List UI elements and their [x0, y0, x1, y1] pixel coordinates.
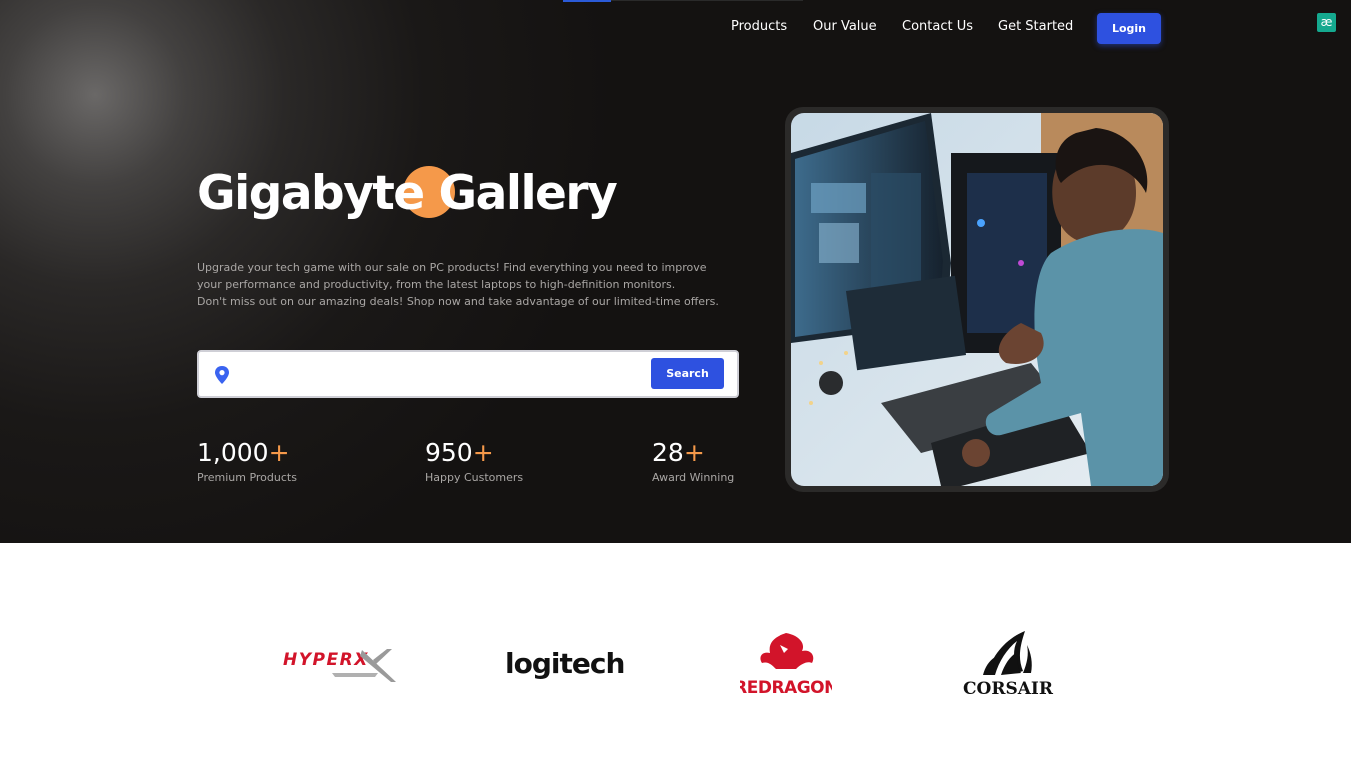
- login-button[interactable]: Login: [1097, 13, 1161, 44]
- stat-number: 950: [425, 438, 473, 467]
- location-pin-icon: [215, 366, 229, 384]
- hero-title-block: Gigabyte Gallery: [197, 166, 637, 236]
- search-input[interactable]: [243, 360, 643, 390]
- hyperx-logo: HYPERX: [283, 649, 396, 682]
- stat-plus: +: [472, 438, 494, 467]
- nav-contact-us[interactable]: Contact Us: [902, 19, 973, 34]
- stat-number: 1,000: [197, 438, 269, 467]
- stat-value: 1,000+: [197, 438, 297, 467]
- ae-extension-icon[interactable]: æ: [1317, 13, 1336, 32]
- redragon-logo: REDRAGON: [740, 633, 832, 698]
- hero-description: Upgrade your tech game with our sale on …: [197, 259, 757, 310]
- brand-name: logitech: [505, 647, 624, 680]
- stat-label: Premium Products: [197, 471, 297, 484]
- stat-plus: +: [683, 438, 705, 467]
- hero-section: Products Our Value Contact Us Get Starte…: [0, 0, 1351, 543]
- corsair-logo: CORSAIR: [963, 631, 1054, 699]
- hero-image-frame: [785, 107, 1169, 492]
- brand-name: HYPERX: [283, 650, 369, 670]
- brand-name: CORSAIR: [963, 679, 1054, 699]
- stat-value: 28+: [652, 438, 734, 467]
- search-bar: Search: [197, 350, 739, 398]
- search-button[interactable]: Search: [651, 358, 724, 389]
- nav-get-started[interactable]: Get Started: [998, 19, 1073, 34]
- stat-number: 28: [652, 438, 684, 467]
- logitech-logo: logitech: [505, 647, 625, 680]
- description-line: your performance and productivity, from …: [197, 278, 676, 291]
- progress-fill: [563, 0, 611, 2]
- stat-label: Award Winning: [652, 471, 735, 484]
- stat-happy-customers: 950+ Happy Customers: [425, 438, 523, 484]
- stat-premium-products: 1,000+ Premium Products: [197, 438, 297, 484]
- description-line: Don't miss out on our amazing deals! Sho…: [197, 295, 719, 308]
- brand-name: REDRAGON: [740, 678, 832, 698]
- description-line: Upgrade your tech game with our sale on …: [197, 261, 707, 274]
- nav-products[interactable]: Products: [731, 19, 787, 34]
- stat-label: Happy Customers: [425, 471, 524, 484]
- brands-section: HYPERX logitech REDRAGON CORSAIR: [0, 543, 1351, 768]
- top-progress-bar: [563, 0, 803, 2]
- stat-award-winning: 28+ Award Winning: [652, 438, 734, 484]
- person-at-computer-illustration: [791, 113, 1163, 486]
- stat-plus: +: [268, 438, 290, 467]
- top-nav: Products Our Value Contact Us Get Starte…: [0, 13, 1351, 44]
- hero-photo: [791, 113, 1163, 486]
- page-title: Gigabyte Gallery: [197, 166, 618, 221]
- stat-value: 950+: [425, 438, 523, 467]
- nav-our-value[interactable]: Our Value: [813, 19, 877, 34]
